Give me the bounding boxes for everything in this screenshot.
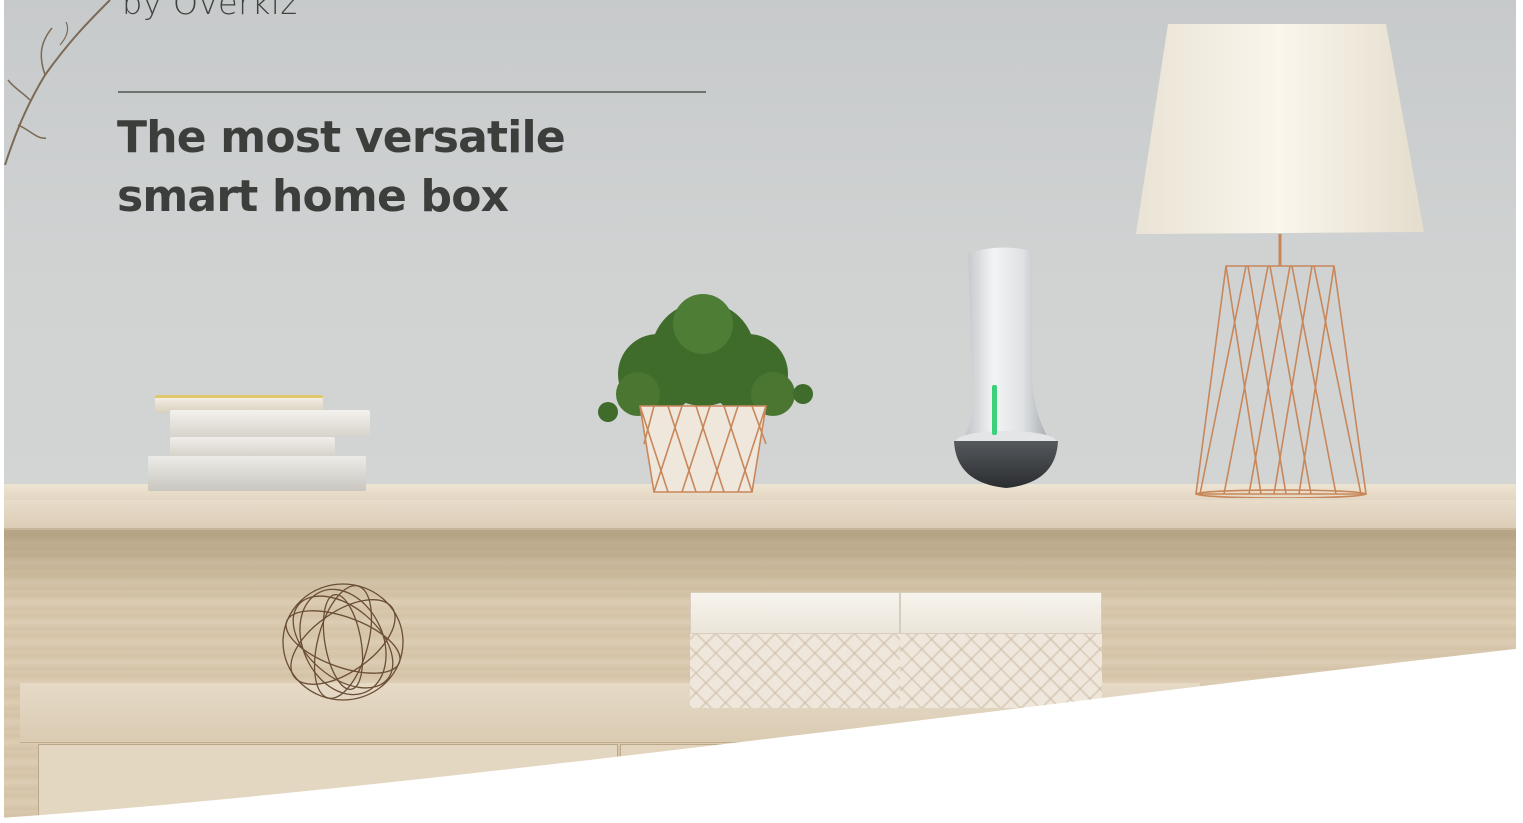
hero-banner: by Overkiz The most versatile smart home… <box>0 0 1523 823</box>
headline-line-1: The most versatile <box>117 112 566 163</box>
headline-line-2: smart home box <box>117 171 509 222</box>
page-title: The most versatile smart home box <box>117 108 637 226</box>
headline-divider <box>118 91 706 93</box>
left-edge <box>0 0 4 823</box>
brand-subtitle: by Overkiz <box>122 0 298 22</box>
right-edge <box>1516 0 1523 823</box>
